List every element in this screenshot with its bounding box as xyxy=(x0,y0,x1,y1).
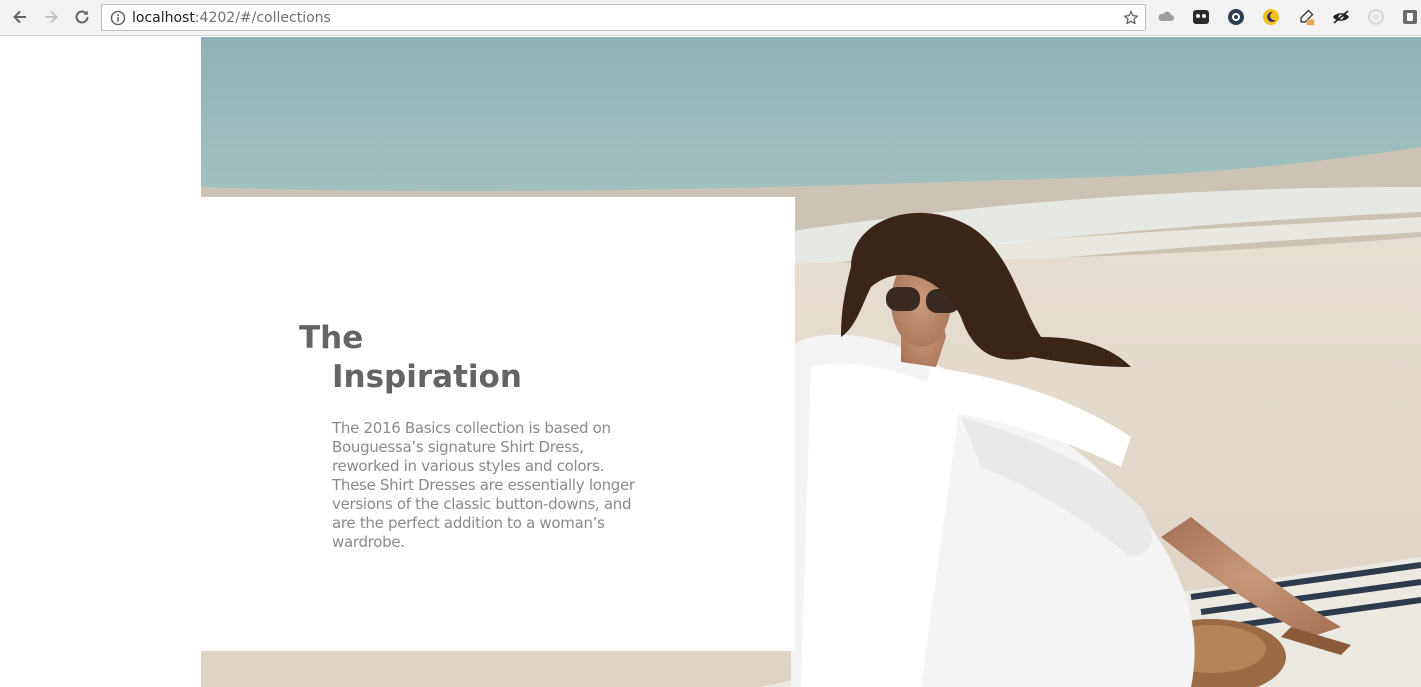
eye-extension-icon[interactable] xyxy=(1332,8,1350,26)
info-icon[interactable] xyxy=(110,10,126,26)
star-icon[interactable] xyxy=(1123,10,1139,26)
browser-toolbar: localhost:4202/#/collections xyxy=(0,0,1421,36)
url-host: localhost xyxy=(132,10,195,26)
inspiration-title-line1: The xyxy=(299,320,364,356)
description-line: reworked in various styles and colors. xyxy=(332,457,605,475)
menu-extension-icon[interactable] xyxy=(1401,8,1419,26)
description-line: Bouguessa’s signature Shirt Dress, xyxy=(332,438,584,456)
inspiration-description: The 2016 Basics collection is based on B… xyxy=(332,419,662,552)
inspiration-title-line2: Inspiration xyxy=(332,359,522,395)
url-path: :4202/#/collections xyxy=(194,10,331,26)
circle-extension-icon[interactable] xyxy=(1367,8,1385,26)
reload-icon xyxy=(75,10,89,24)
eyedropper-extension-icon[interactable] xyxy=(1297,8,1315,26)
forward-arrow-icon xyxy=(45,10,58,24)
moon-extension-icon[interactable] xyxy=(1262,8,1280,26)
description-line: The 2016 Basics collection is based on xyxy=(332,419,611,437)
description-line: versions of the classic button-downs, an… xyxy=(332,495,632,513)
ghostery-extension-icon[interactable] xyxy=(1192,8,1210,26)
back-button[interactable] xyxy=(8,6,32,28)
description-line: wardrobe. xyxy=(332,533,405,551)
back-arrow-icon xyxy=(13,10,26,24)
description-line: are the perfect addition to a woman’s xyxy=(332,514,605,532)
reload-button[interactable] xyxy=(70,6,94,28)
cloud-extension-icon[interactable] xyxy=(1157,8,1175,26)
description-line: These Shirt Dresses are essentially long… xyxy=(332,476,635,494)
privacy-extension-icon[interactable] xyxy=(1227,8,1245,26)
url-text[interactable]: localhost:4202/#/collections xyxy=(132,9,331,27)
address-bar[interactable]: localhost:4202/#/collections xyxy=(101,4,1146,31)
forward-button[interactable] xyxy=(39,6,63,28)
inspiration-card: The Inspiration The 2016 Basics collecti… xyxy=(201,197,795,651)
